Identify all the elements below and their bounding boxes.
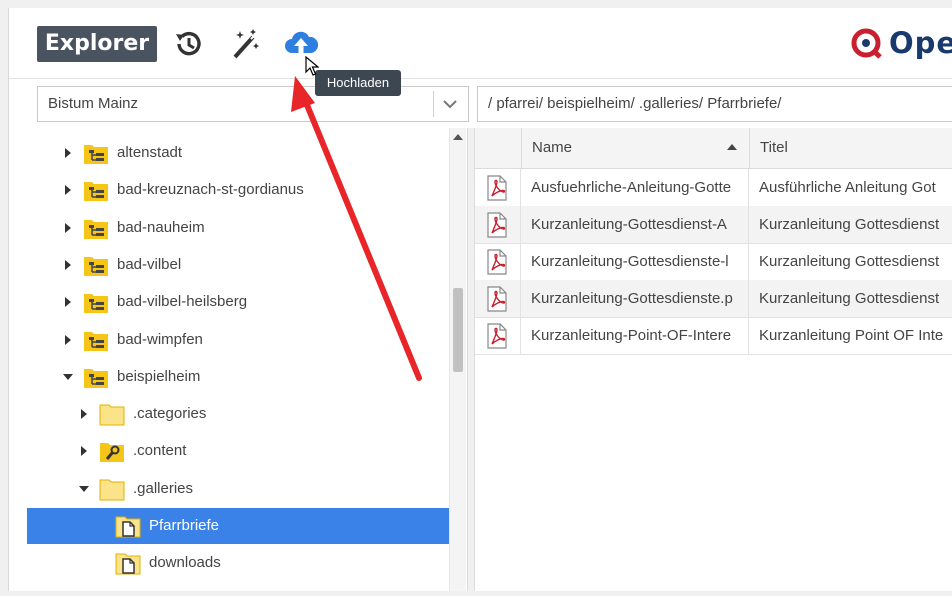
tree-item-label: .content [133,442,187,460]
site-select[interactable]: Bistum Mainz [37,86,469,122]
tree-item[interactable]: beispielheim [27,359,465,395]
content-folder-icon [99,439,125,463]
folder-icon [99,402,125,426]
site-folder-icon [83,216,109,240]
header-name[interactable]: Name [521,128,749,168]
tree-item-label: bad-kreuznach-st-gordianus [117,181,304,199]
opencms-logo: OpenCms [849,24,952,64]
site-folder-icon [83,178,109,202]
site-folder-icon [83,290,109,314]
caret-right-icon[interactable] [81,409,87,420]
magic-wand-icon[interactable] [227,26,263,62]
tree-item-label: downloads [149,554,221,572]
tree-scrollbar[interactable] [449,128,466,591]
header-icon-column [475,128,521,168]
caret-right-icon[interactable] [65,185,71,196]
site-folder-icon [83,141,109,165]
scrollbar-thumb[interactable] [453,288,463,372]
pdf-file-icon [475,280,521,317]
table-header: Name Titel [475,128,952,169]
tree-item-label: beispielheim [117,367,201,385]
pdf-file-icon [475,206,521,243]
caret-down-icon[interactable] [63,373,73,380]
tree-item[interactable]: .galleries [27,471,465,507]
file-title-cell: Kurzanleitung Gottesdienst [759,216,940,233]
caret-right-icon[interactable] [65,148,71,158]
tree-item-label: .categories [133,405,207,423]
toolbar: Explorer Ope [9,8,952,79]
caret-right-icon[interactable] [65,297,71,308]
table-row[interactable]: Kurzanleitung-Gottesdienst-A Kurzanleitun… [475,206,952,244]
file-name-cell: Kurzanleitung-Point-OF-Intere [521,317,749,354]
pdf-file-icon [475,243,521,280]
history-icon[interactable] [171,26,207,62]
site-folder-icon [83,365,109,389]
tree-item-label: bad-nauheim [117,218,205,236]
file-name-cell: Kurzanleitung-Gottesdienste.p [521,280,749,317]
file-table: Name Titel Ausfuehrliche-Anleitung-Gotte… [475,128,952,591]
gallery-folder-icon [115,514,141,538]
caret-right-icon[interactable] [65,259,71,270]
file-title-cell: Ausführliche Anleitung Got [759,179,936,196]
tree-item-label: altenstadt [117,144,183,161]
caret-right-icon[interactable] [65,334,71,345]
file-name-cell: Ausfuehrliche-Anleitung-Gotte [521,169,749,206]
header-title-label: Titel [760,139,788,156]
table-row[interactable]: Ausfuehrliche-Anleitung-Gotte Ausführlich… [475,169,952,207]
tree-item[interactable]: .content [27,433,465,469]
chevron-down-icon[interactable] [440,93,460,113]
gallery-folder-icon [115,551,141,575]
tree-item-label: Pfarrbriefe [149,517,220,534]
caret-down-icon[interactable] [79,485,89,492]
tree-item[interactable]: bad-nauheim [27,210,465,246]
upload-tooltip: Hochladen [315,70,401,96]
table-row[interactable]: Kurzanleitung-Gottesdienste-l Kurzanleitu… [475,243,952,281]
file-title-cell: Kurzanleitung Point OF Inte [759,327,944,344]
file-title-cell: Kurzanleitung Gottesdienst [759,253,940,270]
site-folder-icon [83,328,109,352]
sort-ascending-icon [727,144,737,150]
header-name-label: Name [532,139,573,156]
tree-item[interactable]: .categories [27,396,465,432]
logo-text: OpenCms [889,26,952,60]
folder-tree: altenstadt bad-kreuznach-st-gordianus bad-… [27,128,467,591]
scroll-up-icon[interactable] [453,134,463,140]
select-separator [433,91,434,117]
tree-item[interactable]: bad-kreuznach-st-gordianus [27,172,465,208]
tree-item[interactable]: downloads [27,545,465,581]
panel-splitter[interactable] [467,128,475,591]
file-name-cell: Kurzanleitung-Gottesdienst-A [521,206,749,243]
tree-item-label: bad-wimpfen [117,330,203,348]
table-row[interactable]: Kurzanleitung-Gottesdienste.p Kurzanleitu… [475,280,952,318]
path-input[interactable]: / pfarrei/ beispielheim/ .galleries/ Pfa… [477,86,952,122]
table-row[interactable]: Kurzanleitung-Point-OF-Intere Kurzanleitu… [475,317,952,355]
file-name-cell: Kurzanleitung-Gottesdienste-l [521,243,749,280]
tree-item[interactable]: Pfarrbriefe [27,508,465,544]
path-input-value: / pfarrei/ beispielheim/ .galleries/ Pfa… [488,95,782,112]
tree-item-label: bad-vilbel-heilsberg [117,293,248,311]
tree-item[interactable]: bad-wimpfen [27,322,465,358]
tree-item-label: .galleries [133,479,194,497]
site-folder-icon [83,253,109,277]
tree-item-label: bad-vilbel [117,255,182,273]
tree-item[interactable]: altenstadt [27,135,465,171]
explorer-button[interactable]: Explorer [37,26,157,62]
caret-right-icon[interactable] [81,446,87,457]
caret-right-icon[interactable] [65,222,71,233]
folder-icon [99,477,125,501]
header-title[interactable]: Titel [749,128,952,168]
pdf-file-icon [475,169,521,206]
site-select-value: Bistum Mainz [48,95,139,112]
pdf-file-icon [475,317,521,354]
tree-item[interactable]: bad-vilbel-heilsberg [27,284,465,320]
explorer-window: Explorer Ope Hochladen Bistum Mainz / pf… [8,8,952,591]
mouse-cursor-icon [305,55,320,81]
tree-item[interactable]: bad-vilbel [27,247,465,283]
file-title-cell: Kurzanleitung Gottesdienst [759,290,940,307]
